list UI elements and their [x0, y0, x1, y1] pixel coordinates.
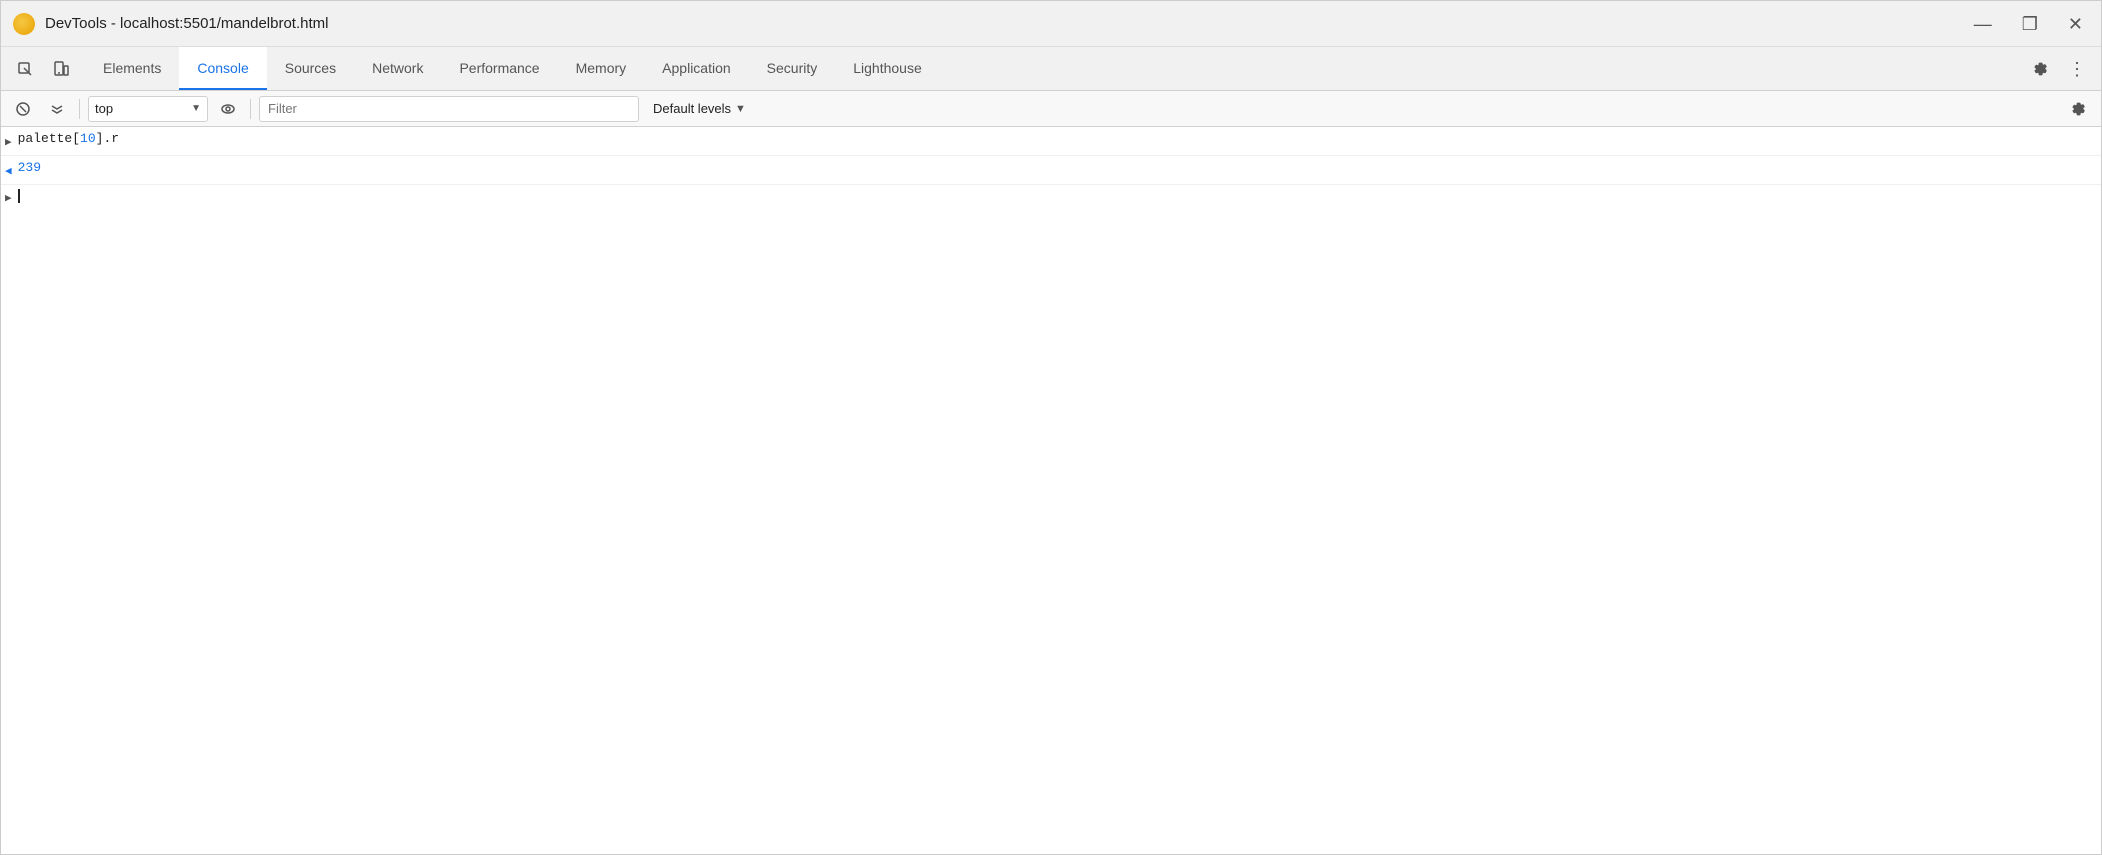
inspect-icon-button[interactable]	[9, 53, 41, 85]
device-icon-button[interactable]	[45, 53, 77, 85]
tab-performance[interactable]: Performance	[441, 47, 557, 90]
tabs-list: Elements Console Sources Network Perform…	[85, 47, 2025, 90]
console-toolbar: top ▼ Default levels ▼	[1, 91, 2101, 127]
default-levels-button[interactable]: Default levels ▼	[645, 96, 754, 122]
console-entry-index: 10	[80, 131, 96, 146]
default-levels-label: Default levels	[653, 101, 731, 116]
run-console-button[interactable]	[43, 95, 71, 123]
context-selector-value: top	[95, 101, 187, 116]
tabs-bar-left-icons	[9, 53, 77, 85]
clear-console-button[interactable]	[9, 95, 37, 123]
title-bar: DevTools - localhost:5501/mandelbrot.htm…	[1, 1, 2101, 47]
tabs-bar: Elements Console Sources Network Perform…	[1, 47, 2101, 91]
maximize-button[interactable]: ❐	[2016, 11, 2044, 37]
more-icon-button[interactable]: ⋮	[2061, 53, 2093, 85]
tab-security[interactable]: Security	[749, 47, 836, 90]
console-output-value: 239	[18, 158, 41, 178]
console-cursor	[18, 189, 20, 203]
close-button[interactable]: ✕	[2062, 11, 2089, 37]
console-prompt-line[interactable]: ▶	[1, 185, 2101, 207]
toolbar-right	[2065, 95, 2093, 123]
console-entry-arrow-icon: ▶	[5, 133, 12, 153]
console-output-arrow-icon: ◀	[5, 162, 12, 182]
console-settings-button[interactable]	[2065, 95, 2093, 123]
tab-network[interactable]: Network	[354, 47, 441, 90]
tab-elements[interactable]: Elements	[85, 47, 179, 90]
context-selector-arrow-icon: ▼	[191, 103, 201, 114]
tab-sources[interactable]: Sources	[267, 47, 354, 90]
console-entry-text: palette[10].r	[18, 129, 119, 149]
context-selector[interactable]: top ▼	[88, 96, 208, 122]
devtools-window: DevTools - localhost:5501/mandelbrot.htm…	[0, 0, 2102, 855]
toolbar-divider-2	[250, 99, 251, 119]
devtools-icon	[13, 13, 35, 35]
filter-input[interactable]	[268, 101, 630, 116]
tab-lighthouse[interactable]: Lighthouse	[835, 47, 940, 90]
window-controls: — ❐ ✕	[1968, 11, 2089, 37]
console-prompt-arrow-icon: ▶	[5, 191, 12, 205]
tab-application[interactable]: Application	[644, 47, 749, 90]
watch-expressions-button[interactable]	[214, 95, 242, 123]
minimize-button[interactable]: —	[1968, 11, 1998, 37]
filter-input-wrapper[interactable]	[259, 96, 639, 122]
tab-console[interactable]: Console	[179, 47, 266, 90]
tab-memory[interactable]: Memory	[558, 47, 645, 90]
window-title: DevTools - localhost:5501/mandelbrot.htm…	[45, 15, 1968, 32]
console-entry-input: ▶ palette[10].r	[1, 127, 2101, 156]
tabs-bar-right-icons: ⋮	[2025, 53, 2093, 85]
default-levels-arrow-icon: ▼	[735, 103, 746, 115]
settings-icon-button[interactable]	[2025, 53, 2057, 85]
toolbar-divider-1	[79, 99, 80, 119]
console-entry-output: ◀ 239	[1, 156, 2101, 185]
console-content: ▶ palette[10].r ◀ 239 ▶	[1, 127, 2101, 854]
